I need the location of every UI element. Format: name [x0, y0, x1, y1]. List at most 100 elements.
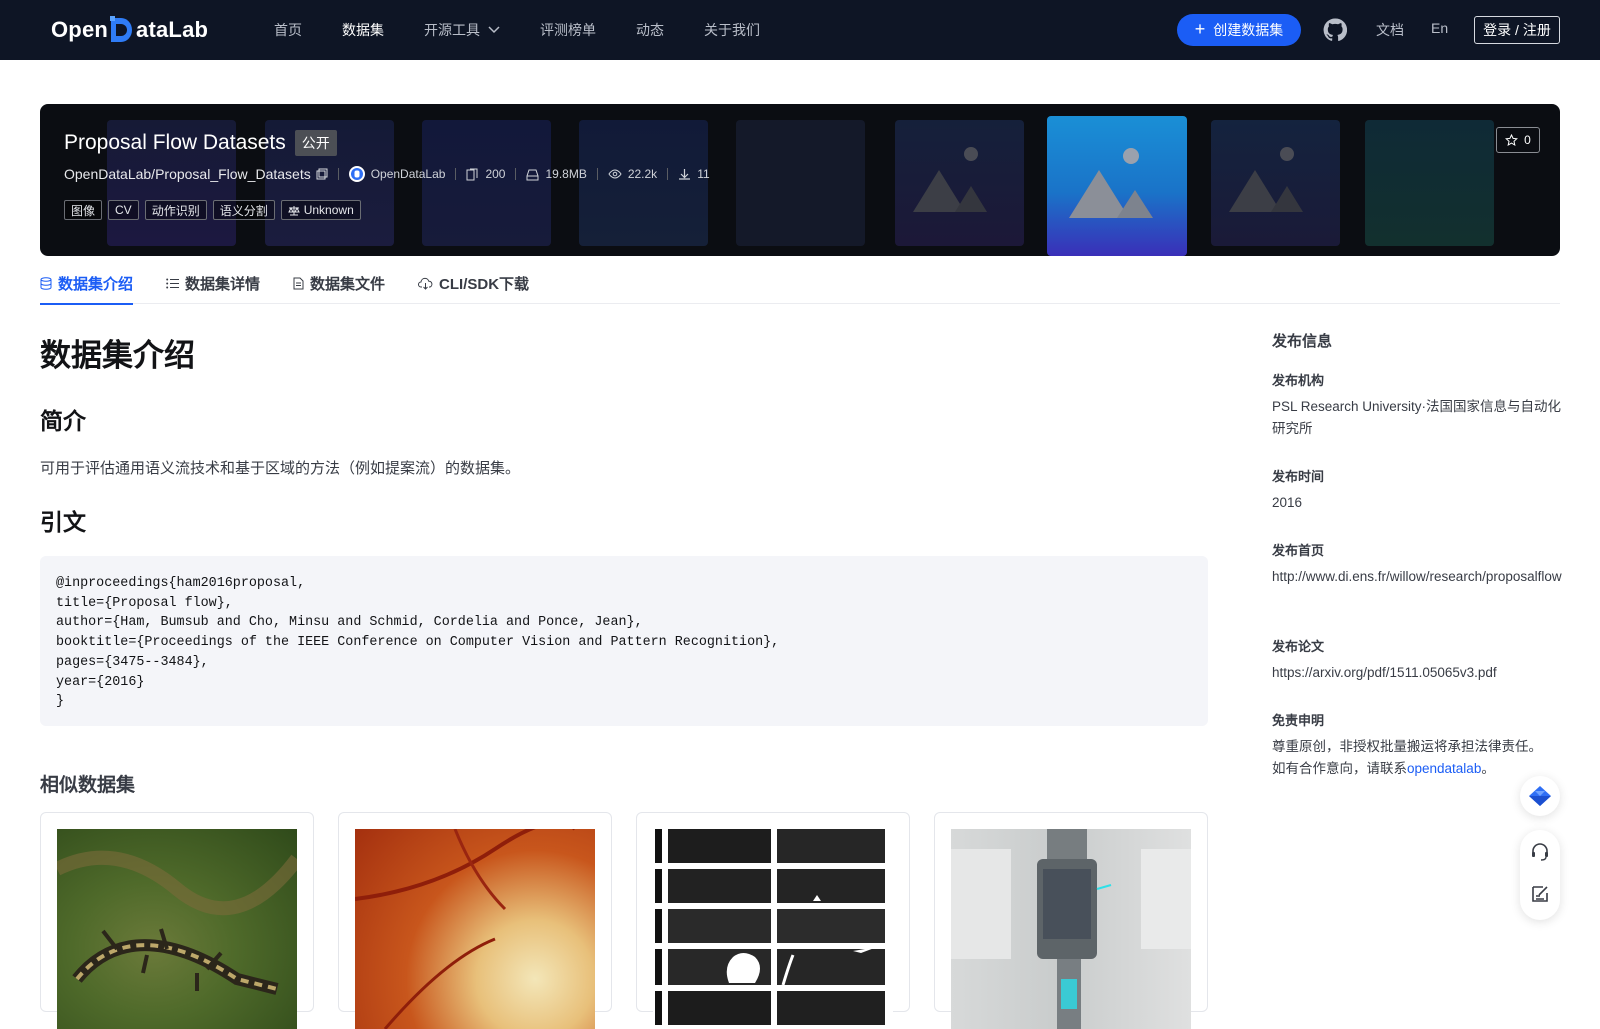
divider [667, 168, 669, 180]
login-register-button[interactable]: 登录 / 注册 [1474, 16, 1560, 44]
banner-thumbnail [579, 120, 708, 246]
feedback-icon[interactable] [1528, 882, 1552, 906]
nav-open-source-tools[interactable]: 开源工具 [424, 20, 500, 40]
code-line: title={Proposal flow}, [56, 595, 233, 611]
language-switch[interactable]: En [1431, 20, 1448, 36]
dataset-title: Proposal Flow Datasets [64, 131, 286, 154]
download-icon [679, 168, 691, 180]
dataset-cover-image [355, 829, 595, 1029]
tag-chip[interactable]: 语义分割 [212, 200, 275, 220]
banner-thumbnail [736, 120, 865, 246]
similar-dataset-card[interactable] [934, 812, 1208, 1029]
homepage-label: 发布首页 [1272, 543, 1325, 558]
file-icon [293, 277, 304, 289]
time-label: 发布时间 [1272, 469, 1325, 484]
org-value: PSL Research University·法国国家信息与自动化研究所 [1272, 399, 1562, 436]
panel-title: 发布信息 [1272, 333, 1333, 350]
paper-link[interactable]: https://arxiv.org/pdf/1511.05065v3.pdf [1272, 662, 1562, 684]
org-label: 发布机构 [1272, 373, 1325, 388]
banner-thumbnail-highlight [1047, 116, 1187, 256]
similar-datasets-heading: 相似数据集 [40, 775, 136, 796]
similar-dataset-card[interactable] [338, 812, 612, 1029]
tag-chip[interactable]: 图像 [64, 200, 103, 220]
dataset-cover-image [951, 829, 1191, 1029]
disclaimer-label: 免责申明 [1272, 713, 1325, 728]
dataset-banner: Proposal Flow Datasets 公开 OpenDataLab/Pr… [40, 104, 1560, 256]
star-button[interactable]: 0 [1496, 127, 1540, 153]
tab-introduction[interactable]: 数据集介绍 [40, 262, 134, 305]
diamond-logo-icon [1529, 786, 1551, 806]
eye-icon [608, 169, 622, 179]
divider [596, 168, 598, 180]
cloud-download-icon [418, 277, 433, 290]
nav-news[interactable]: 动态 [636, 20, 664, 40]
code-line: pages={3475--3484}, [56, 654, 209, 670]
star-icon [1505, 133, 1519, 146]
divider [455, 168, 457, 180]
tab-details[interactable]: 数据集详情 [166, 262, 260, 304]
visibility-badge: 公开 [294, 130, 337, 156]
dataset-repo-path: OpenDataLab/Proposal_Flow_Datasets [64, 166, 311, 182]
license-chip[interactable]: Unknown [280, 200, 361, 220]
customer-service-icon[interactable] [1528, 840, 1552, 864]
top-navbar: Open ataLab 首页 数据集 开源工具 评测榜单 动态 关于我们 + 创… [0, 0, 1600, 60]
tab-cli-sdk-download[interactable]: CLI/SDK下载 [418, 262, 529, 304]
code-line: author={Ham, Bumsub and Cho, Minsu and S… [56, 615, 643, 631]
banner-thumbnail [1365, 120, 1494, 246]
homepage-link[interactable]: http://www.di.ens.fr/willow/research/pro… [1272, 566, 1562, 588]
publisher[interactable]: OpenDataLab [348, 166, 445, 182]
intro-text: 可用于评估通用语义流技术和基于区域的方法（例如提案流）的数据集。 [40, 460, 521, 477]
create-dataset-button[interactable]: + 创建数据集 [1177, 14, 1301, 46]
copy-icon[interactable] [316, 168, 328, 180]
citation-code-block: @inproceedings{ham2016proposal, title={P… [40, 556, 1208, 726]
divider [515, 168, 517, 180]
floating-action-group [1520, 830, 1560, 920]
tab-files[interactable]: 数据集文件 [293, 262, 385, 304]
logo-text-right: ataLab [136, 17, 209, 42]
view-count: 22.2k [608, 167, 657, 181]
publish-info-panel: 发布信息 发布机构 PSL Research University·法国国家信息… [1272, 330, 1562, 776]
banner-thumbnail [422, 120, 551, 246]
time-value: 2016 [1272, 495, 1303, 510]
similar-dataset-card[interactable] [40, 812, 314, 1029]
github-icon[interactable] [1323, 18, 1347, 42]
code-line: } [56, 694, 65, 710]
files-icon [466, 168, 478, 180]
similar-dataset-card[interactable] [636, 812, 910, 1029]
intro-heading: 简介 [40, 408, 86, 434]
plus-icon: + [1194, 19, 1206, 39]
dataset-cover-image [653, 829, 893, 1029]
citation-heading: 引文 [40, 509, 86, 535]
nav-docs[interactable]: 文档 [1376, 20, 1404, 40]
nav-leaderboard[interactable]: 评测榜单 [540, 20, 596, 40]
chevron-down-icon [488, 26, 500, 34]
nav-datasets[interactable]: 数据集 [342, 20, 384, 40]
banner-thumbnail [1211, 120, 1340, 246]
download-count: 11 [678, 167, 710, 181]
page-title: 数据集介绍 [40, 338, 195, 373]
tag-chip[interactable]: CV [108, 200, 139, 220]
nav-home[interactable]: 首页 [274, 20, 302, 40]
logo-d-icon [109, 16, 135, 44]
scale-icon [287, 205, 300, 215]
logo-text-left: Open [51, 17, 109, 42]
opendatalab-logo[interactable]: Open ataLab [51, 15, 208, 45]
paper-label: 发布论文 [1272, 639, 1325, 654]
publisher-avatar-icon [348, 166, 365, 182]
dataset-size: 19.8MB [526, 167, 587, 181]
code-line: @inproceedings{ham2016proposal, [56, 576, 306, 591]
list-icon [166, 278, 180, 288]
tag-chip[interactable]: 动作识别 [144, 200, 207, 220]
main-nav: 首页 数据集 开源工具 评测榜单 动态 关于我们 [274, 0, 800, 60]
floating-logo-button[interactable] [1520, 776, 1560, 816]
contact-link[interactable]: opendatalab [1407, 761, 1481, 776]
database-icon [40, 276, 52, 290]
nav-about[interactable]: 关于我们 [704, 20, 760, 40]
code-line: booktitle={Proceedings of the IEEE Confe… [56, 635, 780, 651]
dataset-tags: 图像 CV 动作识别 语义分割 Unknown [64, 200, 367, 220]
banner-thumbnail [895, 120, 1024, 246]
storage-icon [526, 169, 539, 180]
divider [337, 168, 339, 180]
dataset-meta: OpenDataLab/Proposal_Flow_Datasets OpenD… [64, 166, 710, 182]
dataset-title-row: Proposal Flow Datasets 公开 [64, 130, 337, 156]
